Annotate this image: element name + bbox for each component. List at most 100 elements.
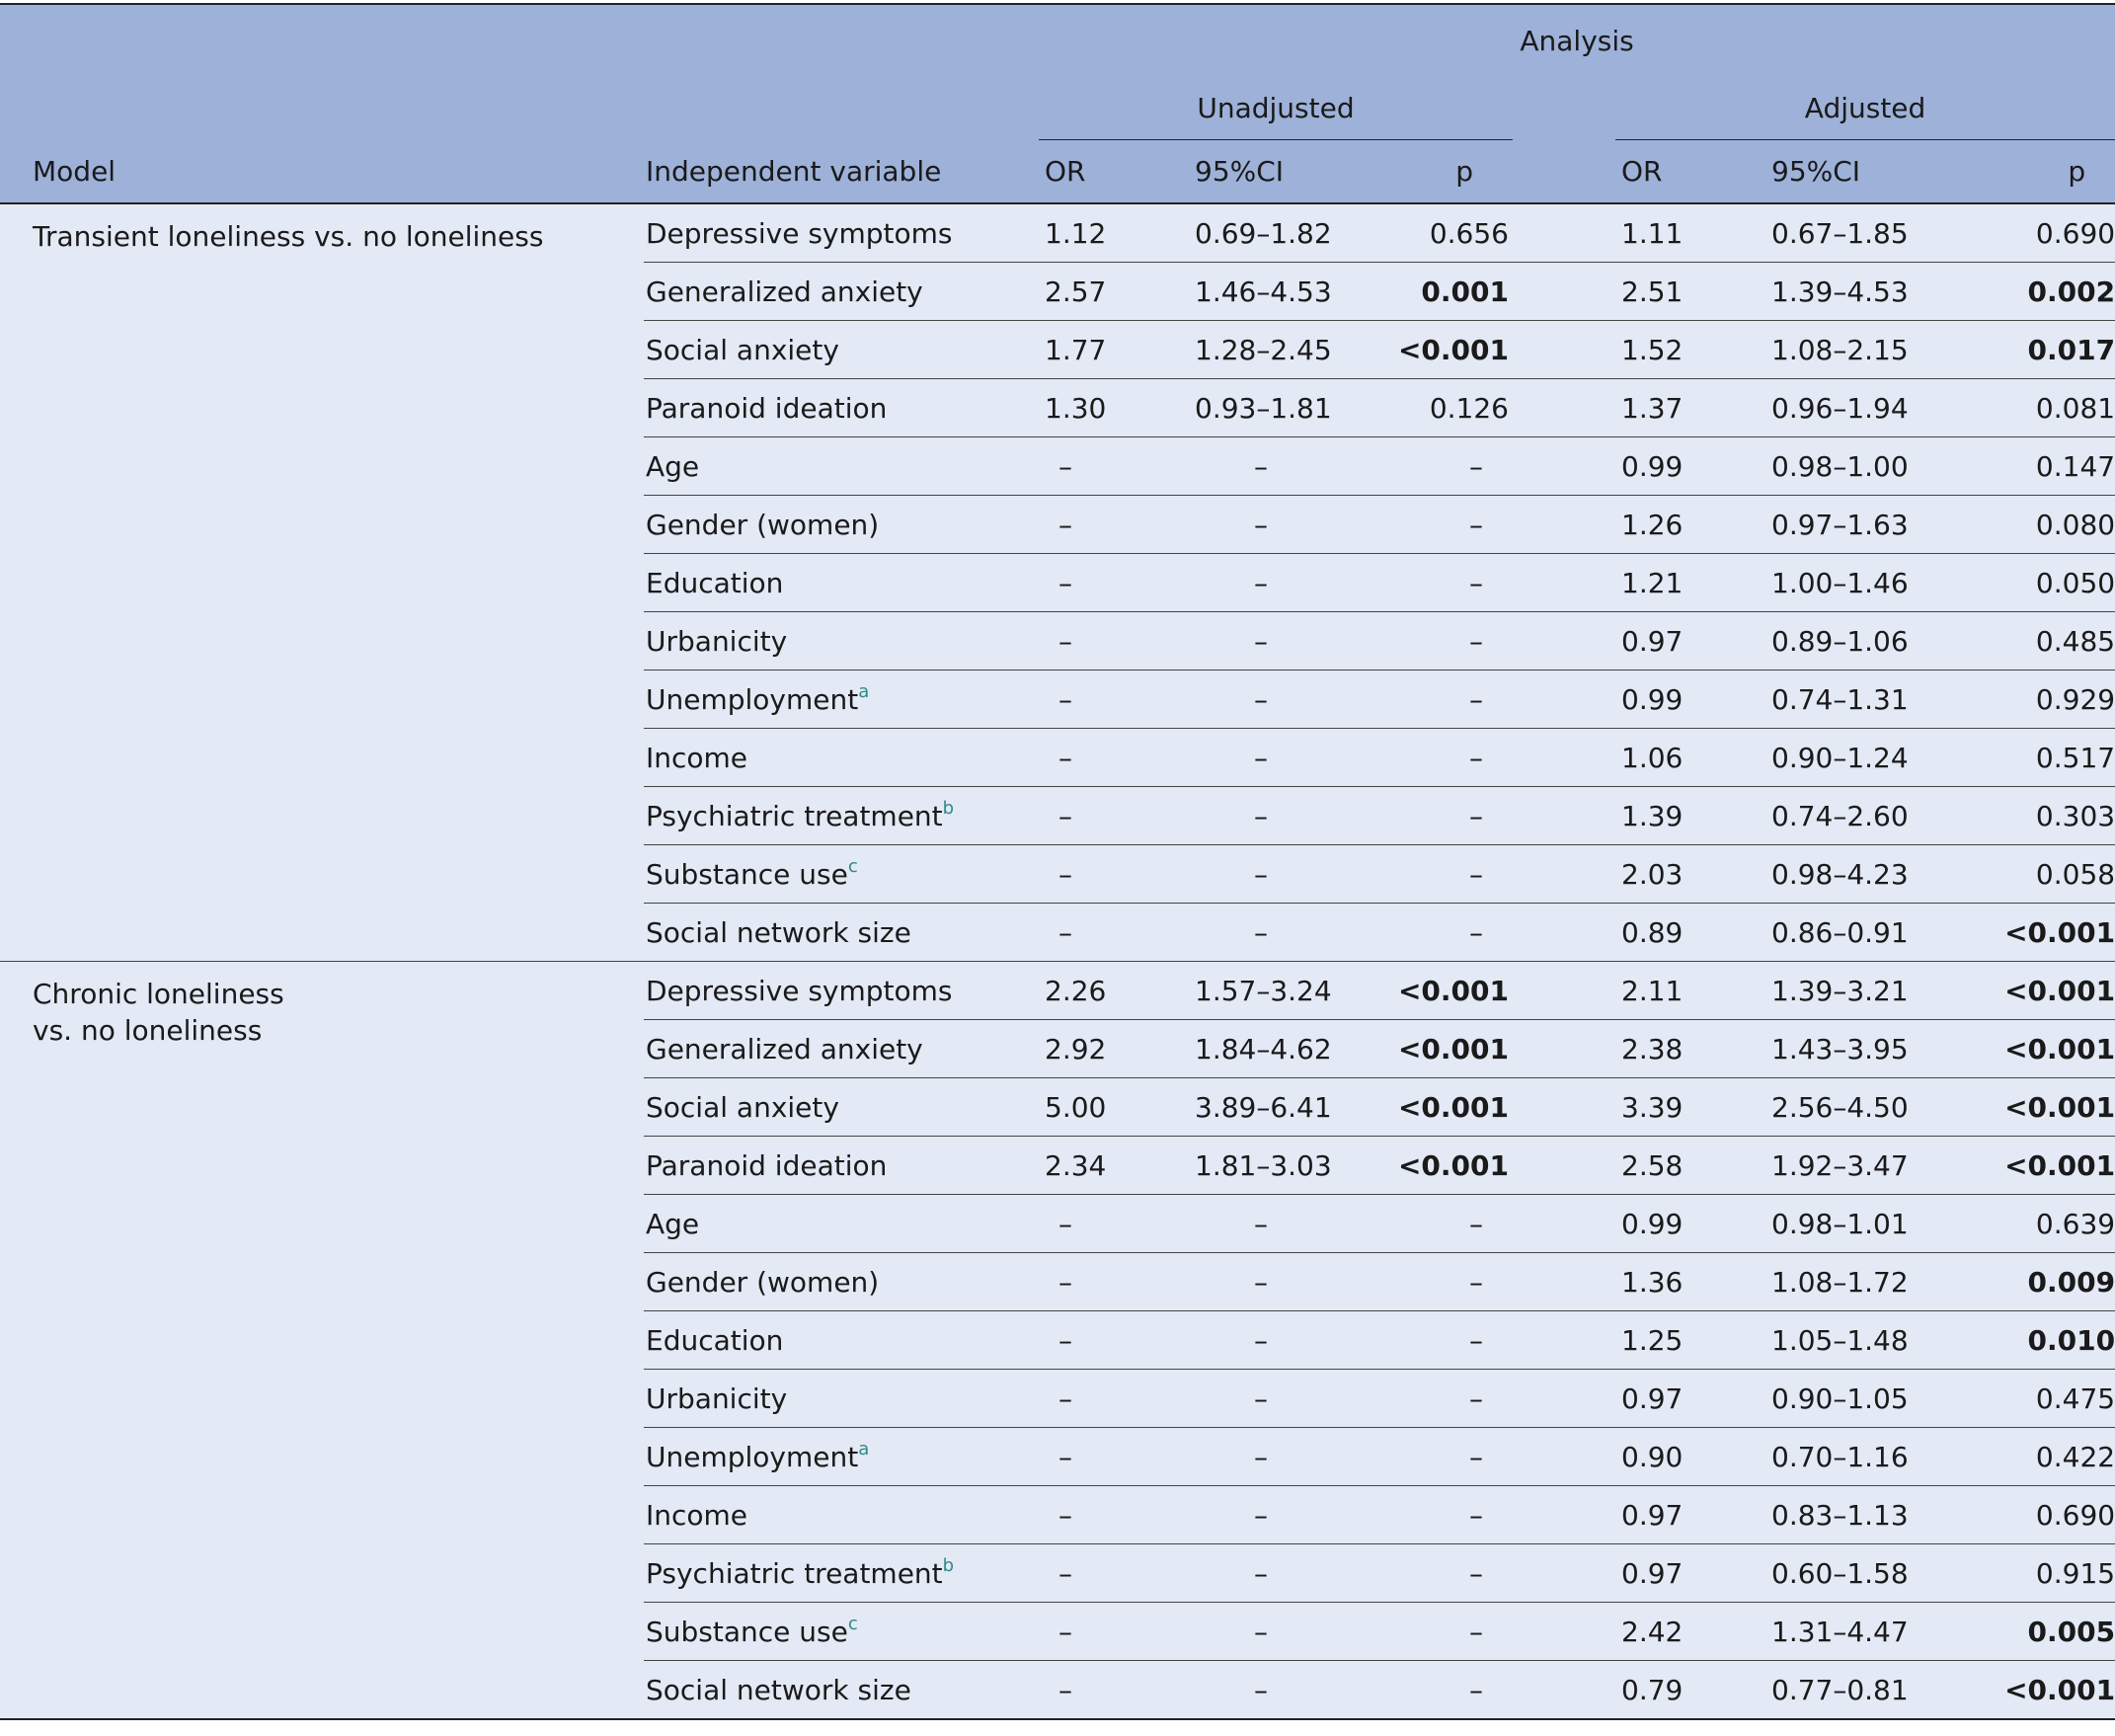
- independent-variable-cell: Psychiatric treatmentb: [644, 1543, 1039, 1603]
- adjusted-or-cell: 2.11: [1615, 961, 1771, 1020]
- unadjusted-or-cell: –: [1039, 670, 1195, 729]
- adjusted-p-cell-value: 0.010: [2027, 1323, 2115, 1357]
- adjusted-or-cell: 2.58: [1615, 1136, 1771, 1195]
- unadjusted-ci-cell: –: [1195, 1543, 1361, 1603]
- unadjusted-ci-cell: –: [1195, 553, 1361, 612]
- header-ci-unadjusted: 95%CI: [1195, 139, 1361, 204]
- adjusted-ci-cell: 0.90–1.05: [1771, 1369, 1994, 1428]
- independent-variable-cell: Urbanicity: [644, 1369, 1039, 1428]
- independent-variable-label: Unemployment: [646, 1440, 859, 1473]
- independent-variable-label: Psychiatric treatment: [646, 1556, 943, 1590]
- header-adjusted: Adjusted: [1615, 77, 2115, 140]
- adjusted-or-cell: 1.25: [1615, 1310, 1771, 1370]
- header-ci-adjusted: 95%CI: [1771, 139, 1994, 204]
- model-label: Chronic loneliness vs. no loneliness: [0, 961, 644, 1720]
- adjusted-ci-cell: 0.98–4.23: [1771, 844, 1994, 904]
- adjusted-or-cell: 0.99: [1615, 670, 1771, 729]
- unadjusted-ci-cell: –: [1195, 1194, 1361, 1253]
- unadjusted-p-cell: <0.001: [1361, 1019, 1513, 1078]
- independent-variable-label: Urbanicity: [646, 624, 788, 658]
- unadjusted-or-cell: –: [1039, 1485, 1195, 1544]
- adjusted-or-cell: 2.03: [1615, 844, 1771, 904]
- independent-variable-label: Urbanicity: [646, 1381, 788, 1415]
- unadjusted-or-cell: 2.92: [1039, 1019, 1195, 1078]
- unadjusted-ci-cell: –: [1195, 1660, 1361, 1720]
- independent-variable-label: Paranoid ideation: [646, 391, 888, 425]
- unadjusted-ci-cell: 0.93–1.81: [1195, 378, 1361, 437]
- independent-variable-cell: Income: [644, 1485, 1039, 1544]
- adjusted-p-cell-value: <0.001: [2004, 1032, 2115, 1065]
- unadjusted-p-cell: –: [1361, 1252, 1513, 1311]
- adjusted-p-cell-value: 0.005: [2027, 1615, 2115, 1648]
- adjusted-ci-cell: 0.98–1.01: [1771, 1194, 1994, 1253]
- adjusted-p-cell: 0.017: [1994, 320, 2115, 379]
- adjusted-ci-cell: 1.31–4.47: [1771, 1602, 1994, 1661]
- unadjusted-p-cell: –: [1361, 495, 1513, 554]
- adjusted-ci-cell: 0.77–0.81: [1771, 1660, 1994, 1720]
- unadjusted-p-cell: –: [1361, 844, 1513, 904]
- adjusted-ci-cell: 1.05–1.48: [1771, 1310, 1994, 1370]
- header-or-unadjusted: OR: [1039, 139, 1195, 204]
- independent-variable-label: Unemployment: [646, 682, 859, 716]
- unadjusted-or-cell: –: [1039, 1310, 1195, 1370]
- independent-variable-cell: Depressive symptoms: [644, 203, 1039, 263]
- unadjusted-p-cell: –: [1361, 1194, 1513, 1253]
- unadjusted-ci-cell: –: [1195, 786, 1361, 845]
- unadjusted-p-cell-value: <0.001: [1397, 974, 1509, 1007]
- independent-variable-cell: Psychiatric treatmentb: [644, 786, 1039, 845]
- adjusted-ci-cell: 0.67–1.85: [1771, 203, 1994, 263]
- unadjusted-p-cell: –: [1361, 670, 1513, 729]
- independent-variable-cell: Substance usec: [644, 844, 1039, 904]
- table-row: Chronic loneliness vs. no loneliness Depre…: [0, 961, 2115, 1720]
- unadjusted-p-cell: –: [1361, 1427, 1513, 1486]
- adjusted-p-cell: 0.005: [1994, 1602, 2115, 1661]
- independent-variable-cell: Gender (women): [644, 1252, 1039, 1311]
- adjusted-p-cell: 0.639: [1994, 1194, 2115, 1253]
- adjusted-p-cell-value: <0.001: [2004, 1148, 2115, 1182]
- adjusted-p-cell-value: <0.001: [2004, 1673, 2115, 1706]
- unadjusted-ci-cell: –: [1195, 1310, 1361, 1370]
- unadjusted-p-cell: –: [1361, 1660, 1513, 1720]
- unadjusted-or-cell: –: [1039, 786, 1195, 845]
- independent-variable-cell: Substance usec: [644, 1602, 1039, 1661]
- unadjusted-ci-cell: 1.84–4.62: [1195, 1019, 1361, 1078]
- adjusted-p-cell: 0.690: [1994, 1485, 2115, 1544]
- adjusted-or-cell: 0.97: [1615, 1543, 1771, 1603]
- unadjusted-or-cell: –: [1039, 553, 1195, 612]
- adjusted-p-cell: 0.009: [1994, 1252, 2115, 1311]
- independent-variable-label: Paranoid ideation: [646, 1148, 888, 1182]
- adjusted-p-cell-value: 0.002: [2027, 275, 2115, 308]
- unadjusted-ci-cell: –: [1195, 903, 1361, 962]
- independent-variable-label: Social network size: [646, 1673, 911, 1706]
- unadjusted-ci-cell: –: [1195, 1485, 1361, 1544]
- unadjusted-ci-cell: 1.57–3.24: [1195, 961, 1361, 1020]
- adjusted-ci-cell: 1.08–1.72: [1771, 1252, 1994, 1311]
- adjusted-p-cell: 0.050: [1994, 553, 2115, 612]
- unadjusted-ci-cell: –: [1195, 436, 1361, 496]
- independent-variable-cell: Generalized anxiety: [644, 262, 1039, 321]
- unadjusted-or-cell: –: [1039, 1252, 1195, 1311]
- unadjusted-or-cell: –: [1039, 495, 1195, 554]
- adjusted-p-cell: 0.002: [1994, 262, 2115, 321]
- unadjusted-or-cell: 1.77: [1039, 320, 1195, 379]
- unadjusted-p-cell: 0.001: [1361, 262, 1513, 321]
- independent-variable-label: Income: [646, 741, 748, 774]
- unadjusted-p-cell-value: <0.001: [1397, 1148, 1509, 1182]
- unadjusted-or-cell: –: [1039, 1427, 1195, 1486]
- adjusted-or-cell: 0.89: [1615, 903, 1771, 962]
- unadjusted-or-cell: 1.30: [1039, 378, 1195, 437]
- table-body: Transient loneliness vs. no loneliness De…: [0, 203, 2115, 1720]
- footnote-marker: c: [847, 1613, 858, 1634]
- independent-variable-cell: Social network size: [644, 1660, 1039, 1720]
- footnote-marker: a: [858, 1438, 870, 1460]
- footnote-marker: b: [942, 1554, 955, 1576]
- adjusted-or-cell: 0.90: [1615, 1427, 1771, 1486]
- unadjusted-ci-cell: 1.28–2.45: [1195, 320, 1361, 379]
- adjusted-p-cell: 0.303: [1994, 786, 2115, 845]
- adjusted-ci-cell: 0.89–1.06: [1771, 611, 1994, 671]
- adjusted-ci-cell: 1.92–3.47: [1771, 1136, 1994, 1195]
- unadjusted-p-cell: –: [1361, 1369, 1513, 1428]
- independent-variable-label: Gender (women): [646, 1265, 880, 1299]
- table-row: Transient loneliness vs. no loneliness De…: [0, 203, 2115, 962]
- independent-variable-cell: Generalized anxiety: [644, 1019, 1039, 1078]
